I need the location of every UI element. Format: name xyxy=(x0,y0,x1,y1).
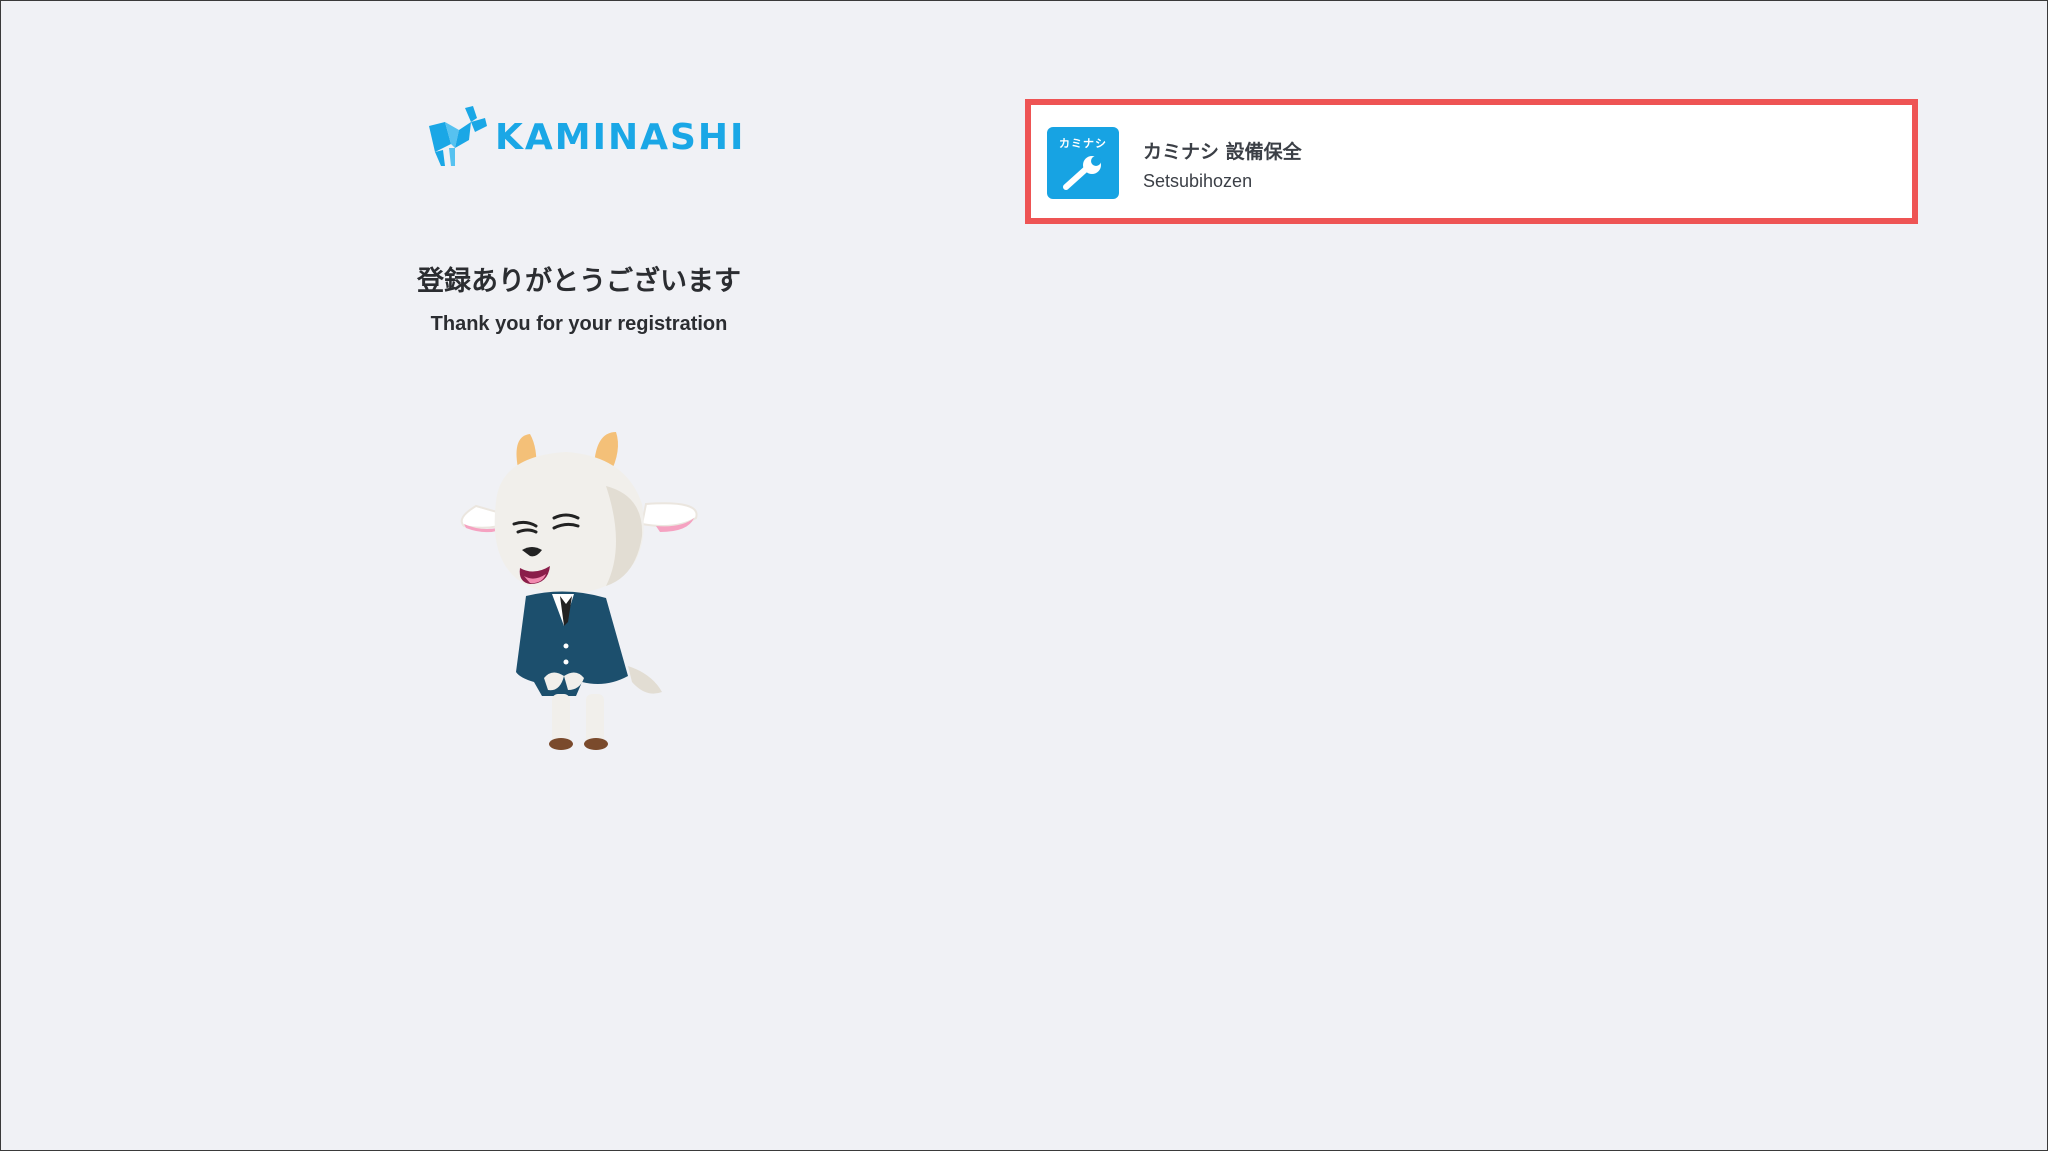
goat-logo-icon xyxy=(429,106,487,166)
thank-you-heading-ja: 登録ありがとうございます xyxy=(417,266,741,297)
app-card-setsubihozen[interactable]: カミナシ カミナシ 設備保全 Setsubihozen xyxy=(1025,99,1918,224)
page-frame: KAMINASHI 登録ありがとうございます Thank you for you… xyxy=(0,0,2048,1151)
logo-wordmark: KAMINASHI xyxy=(495,116,746,158)
wrench-icon xyxy=(1063,156,1101,190)
goat-mascot-illustration xyxy=(460,432,698,750)
app-subtitle: Setsubihozen xyxy=(1143,171,1253,191)
app-name: カミナシ 設備保全 xyxy=(1143,141,1302,163)
app-icon: カミナシ xyxy=(1047,127,1119,199)
thank-you-heading-en: Thank you for your registration xyxy=(430,313,728,335)
app-icon-label: カミナシ xyxy=(1059,137,1107,150)
kaminashi-logo: KAMINASHI xyxy=(425,104,743,170)
